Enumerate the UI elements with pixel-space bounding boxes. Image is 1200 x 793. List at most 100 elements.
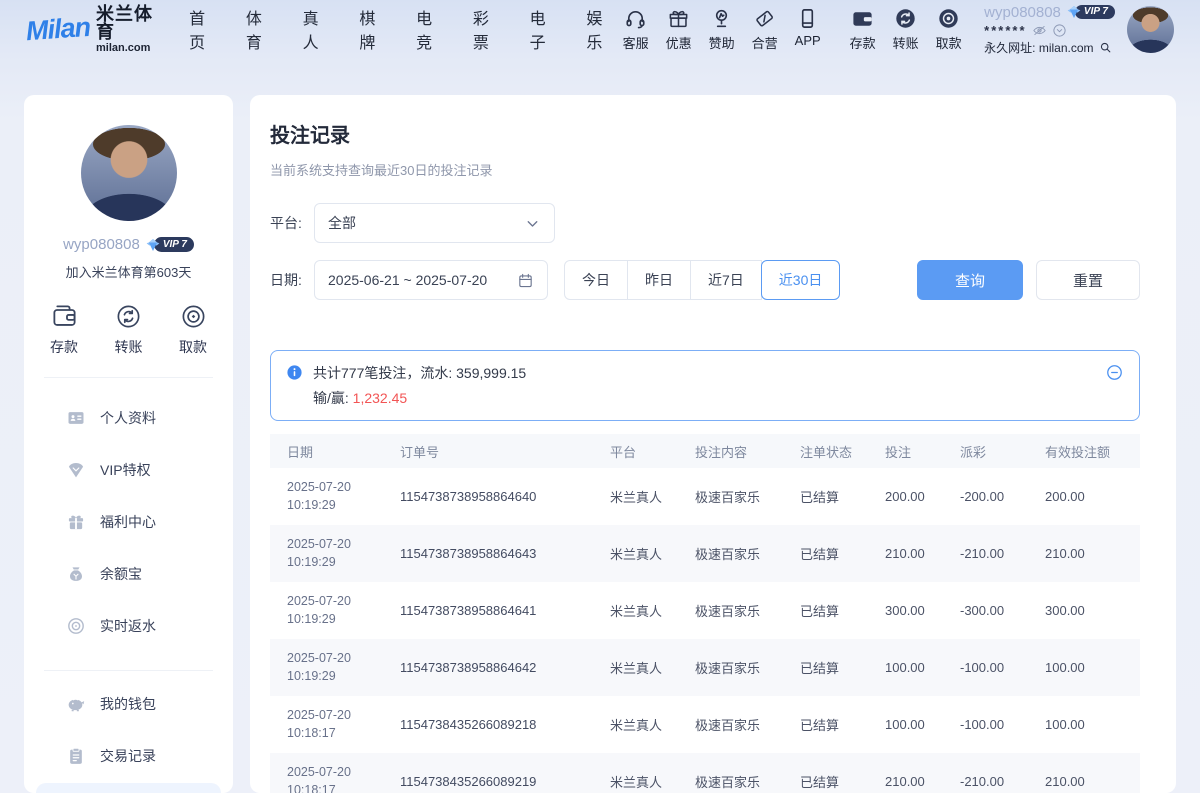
navbar-icon-label: 存款 [850,33,876,52]
date-value: 2025-07-20 [287,593,383,611]
sidebar-item[interactable]: 我的钱包 [36,679,221,728]
sidebar-quick-action[interactable]: 存款 [50,303,78,357]
sidebar-item[interactable]: 实时返水 [36,601,221,650]
cell-date: 2025-07-2010:19:29 [270,479,383,514]
nav-link[interactable]: 真人 [303,5,331,53]
navbar-icon-item[interactable]: 赞助 [700,7,743,52]
sidebar-quick-action[interactable]: 转账 [115,303,143,357]
cell-valid: 100.00 [1028,660,1140,675]
logo-domain: milan.com [96,43,161,54]
time-value: 10:19:29 [287,554,383,572]
cell-valid: 300.00 [1028,603,1140,618]
cell-status: 已结算 [783,487,868,506]
gift-menu-icon [66,512,86,532]
sidebar-item[interactable]: 福利中心 [36,497,221,546]
navbar-icon-item[interactable]: 优惠 [657,7,700,52]
eye-off-icon[interactable] [1032,23,1047,38]
sidebar-item[interactable]: VIP特权 [36,445,221,494]
chevron-circle-icon[interactable] [1052,23,1067,38]
summary-line-2: 输/赢: 1,232.45 [313,388,526,408]
trophy-icon [710,7,733,30]
sidebar-item-label: VIP特权 [100,460,151,480]
date-range-value: 2025-06-21 ~ 2025-07-20 [328,272,487,288]
table-row: 2025-07-2010:18:171154738435266089219米兰真… [270,753,1140,793]
cell-date: 2025-07-2010:19:29 [270,650,383,685]
date-value: 2025-07-20 [287,707,383,725]
cell-payout: -100.00 [943,660,1028,675]
search-button[interactable]: 查询 [917,260,1023,300]
summary-line-1: 共计777笔投注，流水: 359,999.15 [313,363,526,383]
column-header: 注单状态 [783,442,868,461]
column-header: 平台 [593,442,678,461]
time-value: 10:18:17 [287,725,383,743]
phone-icon [796,7,819,30]
date-range-preset[interactable]: 今日 [564,260,628,300]
cell-platform: 米兰真人 [593,772,678,791]
sidebar-item-label: 福利中心 [100,512,156,532]
cell-payout: -300.00 [943,603,1028,618]
navbar-icon-item[interactable]: 合营 [743,7,786,52]
vip-diamond-icon [145,237,161,253]
permanent-url[interactable]: 永久网址: milan.com [984,42,1093,54]
date-range-input[interactable]: 2025-06-21 ~ 2025-07-20 [314,260,548,300]
navbar-icon-label: 赞助 [709,33,735,52]
nav-link[interactable]: 娱乐 [586,5,614,53]
cell-valid: 210.00 [1028,774,1140,789]
sidebar-item[interactable]: 余额宝 [36,549,221,598]
nav-link[interactable]: 电竞 [416,5,444,53]
nav-link[interactable]: 彩票 [473,5,501,53]
cell-order: 1154738738958864643 [383,546,593,561]
navbar-right: 客服优惠赞助合营APP 存款转账取款 wyp080808 VIP 7 *****… [614,4,1174,54]
navbar-icon-item[interactable]: 存款 [841,7,884,52]
cell-platform: 米兰真人 [593,658,678,677]
nav-link[interactable]: 电子 [530,5,558,53]
platform-label: 平台: [270,213,314,233]
page-title: 投注记录 [270,119,1140,148]
profile-name-row: wyp080808 VIP 7 [24,236,233,253]
cell-content: 极速百家乐 [678,601,783,620]
collapse-icon[interactable] [1105,363,1124,382]
navbar-icon-item[interactable]: APP [786,7,829,52]
date-range-preset[interactable]: 近30日 [761,260,841,300]
cell-payout: -210.00 [943,546,1028,561]
cell-date: 2025-07-2010:19:29 [270,536,383,571]
cell-date: 2025-07-2010:18:17 [270,764,383,793]
logo-stack: 米兰体育 milan.com [96,5,161,54]
date-range-preset[interactable]: 近7日 [690,260,762,300]
sidebar-quick-action[interactable]: 取款 [179,303,207,357]
reset-button[interactable]: 重置 [1036,260,1140,300]
logo-script: Milan [25,11,91,46]
cell-bet: 200.00 [868,489,943,504]
logo[interactable]: Milan 米兰体育 milan.com [26,5,161,54]
quick-action-label: 取款 [179,337,207,357]
nav-link[interactable]: 体育 [246,5,274,53]
sidebar-item[interactable]: 交易记录 [36,731,221,780]
quick-action-label: 转账 [115,337,143,357]
avatar[interactable] [1127,6,1174,53]
logo-brand-name: 米兰体育 [96,5,161,41]
navbar-icon-label: 客服 [623,33,649,52]
transfer-outline-icon [115,303,142,330]
navbar-icon-item[interactable]: 转账 [884,7,927,52]
sidebar-item[interactable]: 投注记录 [36,783,221,793]
table-row: 2025-07-2010:19:291154738738958864640米兰真… [270,468,1140,525]
sidebar-item[interactable]: 个人资料 [36,393,221,442]
clipboard-icon [66,746,86,766]
cell-order: 1154738435266089219 [383,774,593,789]
quick-action-label: 存款 [50,337,78,357]
navbar-icon-item[interactable]: 客服 [614,7,657,52]
magnifier-icon[interactable] [1099,41,1112,54]
user-name-row[interactable]: wyp080808 VIP 7 [984,4,1115,20]
date-range-preset[interactable]: 昨日 [627,260,691,300]
table-header-row: 日期订单号平台投注内容注单状态投注派彩有效投注额 [270,434,1140,468]
navbar-icon-item[interactable]: 取款 [927,7,970,52]
sidebar-item-label: 个人资料 [100,408,156,428]
platform-selected-value: 全部 [328,213,356,233]
time-value: 10:18:17 [287,782,383,793]
table-row: 2025-07-2010:19:291154738738958864642米兰真… [270,639,1140,696]
date-label: 日期: [270,270,314,290]
summary-text: 共计777笔投注，流水: 359,999.15 输/赢: 1,232.45 [313,363,526,408]
nav-link[interactable]: 棋牌 [359,5,387,53]
nav-link[interactable]: 首页 [189,5,217,53]
platform-select[interactable]: 全部 [314,203,555,243]
